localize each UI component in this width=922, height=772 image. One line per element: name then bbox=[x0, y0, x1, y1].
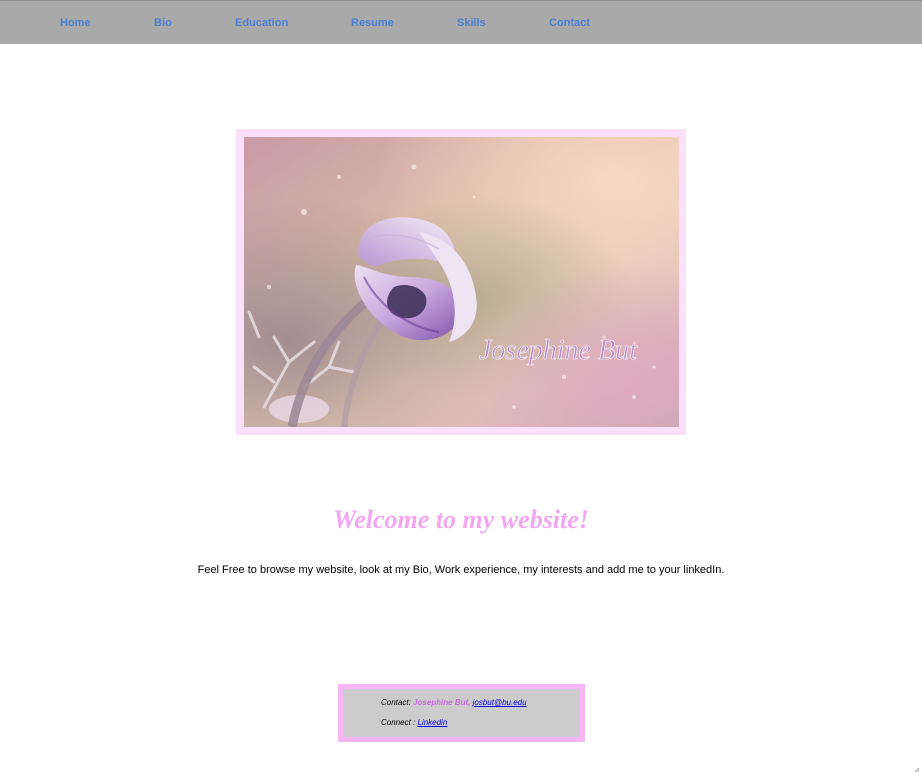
page: Home Bio Education Resume Skills Contact bbox=[0, 0, 922, 772]
footer-connect-line: Connect : Linkedin bbox=[381, 718, 447, 727]
hero-signature-text: Josephine But bbox=[479, 335, 638, 366]
nav-link-bio[interactable]: Bio bbox=[154, 17, 172, 29]
nav-link-education[interactable]: Education bbox=[235, 17, 288, 29]
nav-link-home[interactable]: Home bbox=[60, 17, 91, 29]
linkedin-link[interactable]: Linkedin bbox=[417, 718, 447, 727]
footer-contact-box: Contact: Josephine But, josbut@bu.edu Co… bbox=[338, 684, 585, 742]
connect-label: Connect : bbox=[381, 718, 416, 727]
nav-link-contact[interactable]: Contact bbox=[549, 17, 590, 29]
resize-grip-icon[interactable] bbox=[912, 762, 920, 772]
nav-link-skills[interactable]: Skills bbox=[457, 17, 486, 29]
intro-paragraph: Feel Free to browse my website, look at … bbox=[197, 564, 725, 576]
top-navigation-bar: Home Bio Education Resume Skills Contact bbox=[0, 0, 922, 44]
footer-contact-line: Contact: Josephine But, josbut@bu.edu bbox=[381, 698, 527, 707]
contact-label: Contact: bbox=[381, 698, 411, 707]
contact-email-link[interactable]: josbut@bu.edu bbox=[473, 698, 527, 707]
welcome-heading: Welcome to my website! bbox=[333, 505, 589, 534]
hero-image-frame: Josephine But bbox=[236, 129, 686, 435]
contact-name: Josephine But, bbox=[413, 698, 471, 707]
nav-link-resume[interactable]: Resume bbox=[351, 17, 394, 29]
hero-flower-image: Josephine But bbox=[244, 137, 679, 427]
